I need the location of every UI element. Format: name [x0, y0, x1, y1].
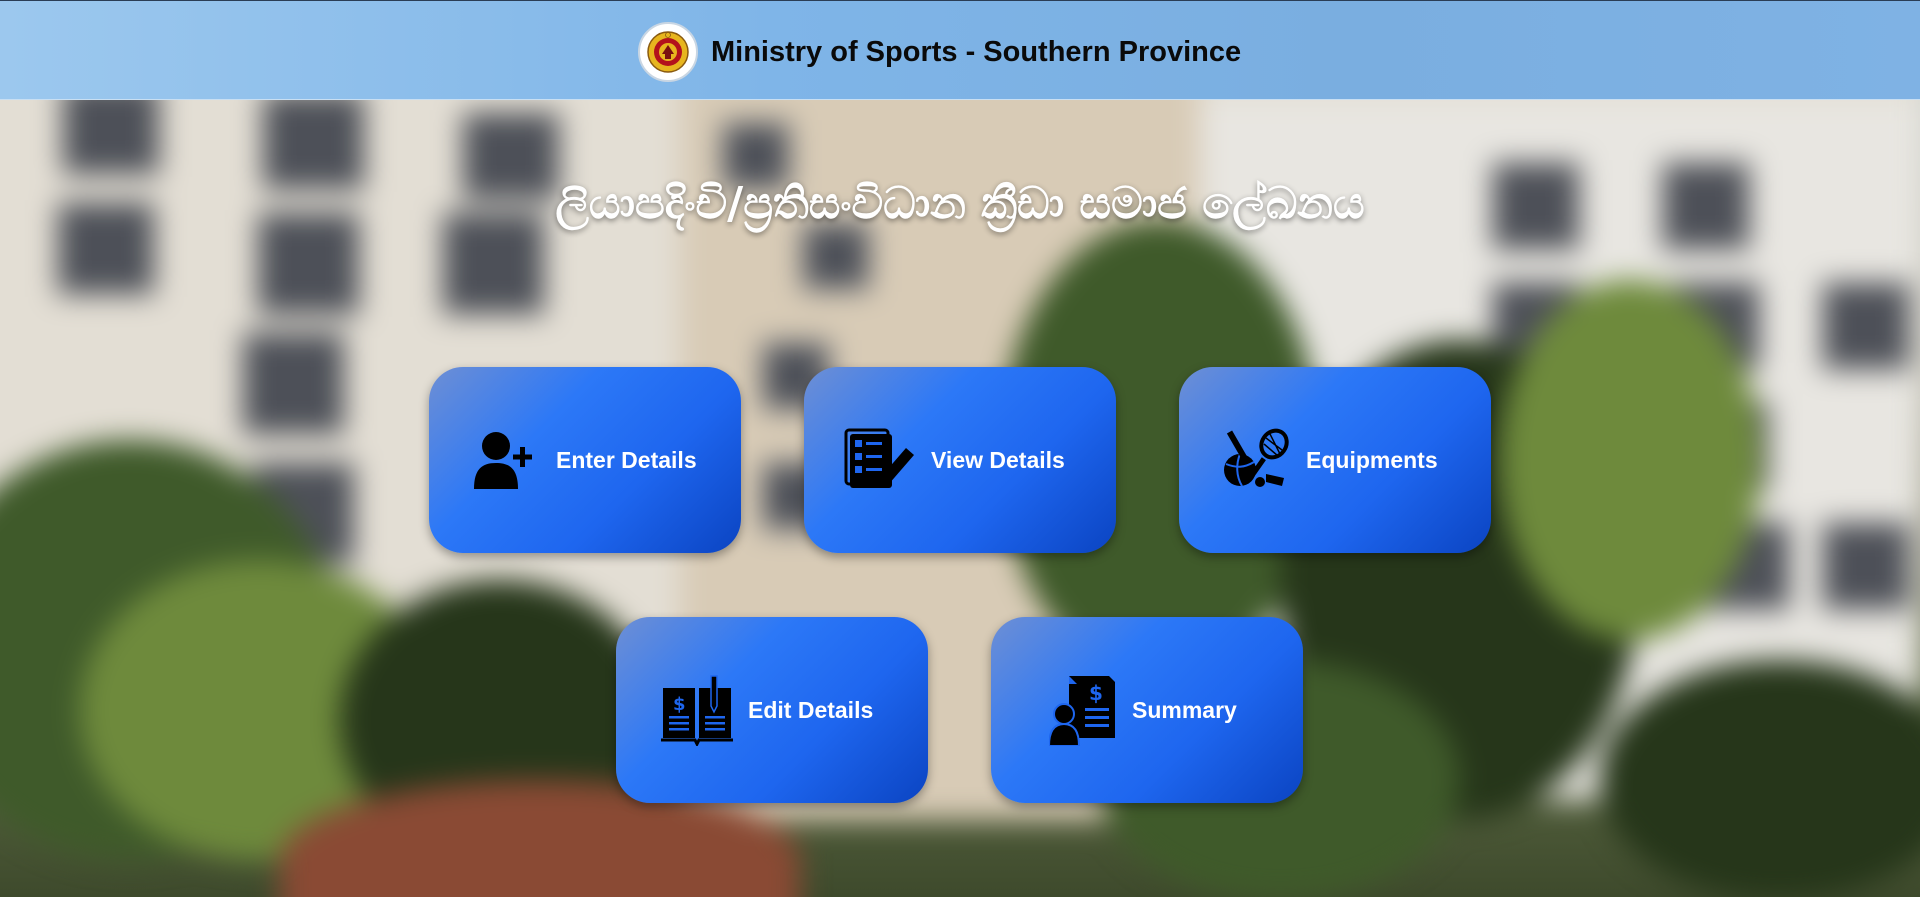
top-header: Ministry of Sports - Southern Province [0, 0, 1920, 100]
equipments-label: Equipments [1306, 446, 1438, 473]
add-user-icon [468, 423, 542, 497]
brand[interactable]: Ministry of Sports - Southern Province [638, 21, 1241, 83]
checklist-pencil-icon [843, 423, 917, 497]
svg-text:$: $ [673, 694, 686, 715]
summary-label: Summary [1132, 696, 1237, 723]
view-details-button[interactable]: View Details [804, 367, 1116, 553]
ledger-book-icon: $ [660, 673, 734, 747]
page-title: ලියාපදිංචි/ප්‍රතිසංවිධාන ක්‍රීඩා සමාජ ලේ… [555, 178, 1365, 229]
enter-details-label: Enter Details [556, 446, 697, 473]
invoice-person-icon: $ [1048, 673, 1118, 747]
home-page: Ministry of Sports - Southern Province ල… [0, 0, 1920, 897]
edit-details-label: Edit Details [748, 696, 874, 723]
view-details-label: View Details [931, 446, 1065, 473]
app-title: Ministry of Sports - Southern Province [711, 35, 1242, 68]
equipments-button[interactable]: Equipments [1179, 367, 1491, 553]
summary-button[interactable]: $ Summary [991, 617, 1303, 803]
sri-lanka-emblem-icon [638, 22, 698, 82]
edit-details-button[interactable]: $ Edit Details [616, 617, 928, 803]
sports-equipment-icon [1218, 423, 1292, 497]
enter-details-button[interactable]: Enter Details [429, 367, 741, 553]
svg-text:$: $ [1089, 681, 1103, 705]
